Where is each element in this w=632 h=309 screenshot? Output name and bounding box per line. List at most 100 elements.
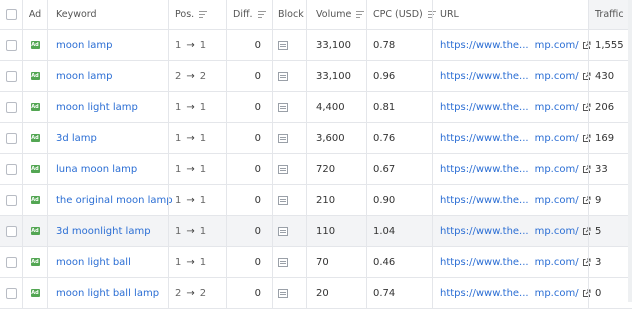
row-checkbox[interactable] — [5, 101, 17, 113]
volume-cell: 33,100 — [306, 30, 366, 60]
cpc-cell: 0.90 — [366, 185, 432, 215]
traffic-value: 0 — [595, 287, 602, 299]
url-link[interactable]: https://www.the... mp.com/ — [440, 257, 579, 268]
position-cell: 1 → 1 — [168, 216, 226, 246]
row-checkbox-cell[interactable] — [0, 216, 22, 246]
ad-badge-icon: Ad — [30, 134, 40, 142]
table-row: Ad luna moon lamp 1 → 1 0 720 0.67 https… — [0, 154, 632, 185]
row-checkbox[interactable] — [5, 132, 17, 144]
row-checkbox[interactable] — [5, 70, 17, 82]
row-checkbox-cell[interactable] — [0, 247, 22, 277]
sort-lines-icon[interactable] — [257, 11, 266, 18]
cpc-cell: 0.96 — [366, 61, 432, 91]
position-cell: 1 → 1 — [168, 154, 226, 184]
row-checkbox-cell[interactable] — [0, 185, 22, 215]
ad-badge-icon: Ad — [30, 289, 40, 297]
sort-lines-icon[interactable] — [199, 11, 208, 18]
position-from: 1 — [175, 39, 182, 51]
row-checkbox[interactable] — [5, 225, 17, 237]
keyword-link[interactable]: moon light lamp — [56, 102, 138, 113]
row-checkbox[interactable] — [5, 163, 17, 175]
header-cpc[interactable]: CPC (USD) — [366, 0, 436, 29]
url-start: https://www.the... — [440, 163, 529, 175]
keyword-link[interactable]: 3d moonlight lamp — [56, 226, 151, 237]
position-change: 1 → 1 — [175, 133, 206, 144]
block-snippet-icon[interactable] — [278, 71, 288, 81]
ad-badge-icon: Ad — [30, 72, 40, 80]
row-checkbox-cell[interactable] — [0, 92, 22, 122]
position-from: 1 — [175, 225, 182, 237]
position-to: 1 — [199, 132, 207, 144]
url-link[interactable]: https://www.the... mp.com/ — [440, 71, 579, 82]
row-checkbox[interactable] — [5, 194, 17, 206]
row-checkbox-cell[interactable] — [0, 61, 22, 91]
header-diff[interactable]: Diff. — [226, 0, 272, 29]
position-from: 2 — [175, 287, 182, 299]
keyword-link[interactable]: moon lamp — [56, 71, 113, 82]
diff-cell: 0 — [226, 216, 272, 246]
url-link[interactable]: https://www.the... mp.com/ — [440, 164, 579, 175]
url-link[interactable]: https://www.the... mp.com/ — [440, 195, 579, 206]
position-to: 2 — [199, 287, 207, 299]
header-pos[interactable]: Pos. — [168, 0, 226, 29]
cpc-value: 0.78 — [373, 39, 396, 51]
volume-cell: 20 — [306, 278, 366, 308]
diff-cell: 0 — [226, 30, 272, 60]
keyword-link[interactable]: moon light ball — [56, 257, 131, 268]
position-cell: 1 → 1 — [168, 30, 226, 60]
cpc-value: 0.46 — [373, 256, 396, 268]
row-checkbox[interactable] — [5, 287, 17, 299]
cpc-value: 1.04 — [373, 225, 396, 237]
volume-value: 33,100 — [316, 70, 351, 82]
url-link[interactable]: https://www.the... mp.com/ — [440, 226, 579, 237]
keyword-link[interactable]: the original moon lamp — [56, 195, 173, 206]
block-cell — [272, 185, 306, 215]
keyword-link[interactable]: moon light ball lamp — [56, 288, 159, 299]
header-traffic[interactable]: Traffic — [588, 0, 632, 29]
volume-cell: 33,100 — [306, 61, 366, 91]
position-cell: 1 → 1 — [168, 123, 226, 153]
arrow-right-icon: → — [186, 101, 195, 113]
block-snippet-icon[interactable] — [278, 133, 288, 143]
row-checkbox[interactable] — [5, 256, 17, 268]
url-link[interactable]: https://www.the... mp.com/ — [440, 288, 579, 299]
block-snippet-icon[interactable] — [278, 257, 288, 267]
row-checkbox[interactable] — [5, 39, 17, 51]
keyword-link[interactable]: 3d lamp — [56, 133, 97, 144]
table-row: Ad moon light lamp 1 → 1 0 4,400 0.81 ht… — [0, 92, 632, 123]
url-link[interactable]: https://www.the... mp.com/ — [440, 133, 579, 144]
cpc-value: 0.74 — [373, 287, 396, 299]
block-snippet-icon[interactable] — [278, 102, 288, 112]
diff-value: 0 — [254, 70, 261, 82]
scrollbar-track[interactable] — [628, 0, 632, 302]
row-checkbox-cell[interactable] — [0, 123, 22, 153]
row-checkbox-cell[interactable] — [0, 30, 22, 60]
ad-cell: Ad — [22, 185, 48, 215]
traffic-cell: 206 — [588, 92, 632, 122]
block-snippet-icon[interactable] — [278, 164, 288, 174]
block-snippet-icon[interactable] — [278, 40, 288, 50]
url-link[interactable]: https://www.the... mp.com/ — [440, 40, 579, 51]
keyword-link[interactable]: luna moon lamp — [56, 164, 137, 175]
header-volume-label: Volume — [316, 9, 352, 20]
row-checkbox-cell[interactable] — [0, 278, 22, 308]
volume-value: 3,600 — [316, 132, 345, 144]
block-snippet-icon[interactable] — [278, 195, 288, 205]
ad-badge-icon: Ad — [30, 227, 40, 235]
url-link[interactable]: https://www.the... mp.com/ — [440, 102, 579, 113]
select-all-checkbox[interactable] — [5, 9, 17, 20]
header-keyword[interactable]: Keyword — [48, 0, 168, 29]
row-checkbox-cell[interactable] — [0, 154, 22, 184]
cpc-value: 0.81 — [373, 101, 396, 113]
select-all-checkbox-cell[interactable] — [0, 0, 22, 29]
block-snippet-icon[interactable] — [278, 226, 288, 236]
cpc-value: 0.96 — [373, 70, 396, 82]
url-end: mp.com/ — [534, 163, 579, 175]
keyword-link[interactable]: moon lamp — [56, 40, 113, 51]
diff-cell: 0 — [226, 61, 272, 91]
sort-lines-icon[interactable] — [356, 11, 365, 18]
header-volume[interactable]: Volume — [306, 0, 366, 29]
position-change: 2 → 2 — [175, 71, 206, 82]
block-snippet-icon[interactable] — [278, 288, 288, 298]
url-end: mp.com/ — [534, 39, 579, 51]
